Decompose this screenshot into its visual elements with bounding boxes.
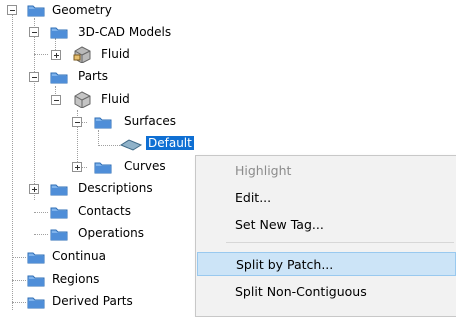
menu-item-highlight[interactable]: Highlight <box>197 159 456 183</box>
folder-icon <box>27 252 45 264</box>
tree-node-curves[interactable]: Curves <box>124 159 166 173</box>
expand-toggle[interactable] <box>51 50 61 60</box>
tree-node-parts[interactable]: Parts <box>78 69 108 83</box>
tree-line <box>34 212 48 213</box>
folder-icon <box>50 184 68 196</box>
collapse-toggle[interactable] <box>51 95 61 105</box>
folder-icon <box>50 229 68 241</box>
tree-node-regions[interactable]: Regions <box>52 272 99 286</box>
folder-icon <box>94 117 112 129</box>
tree-line <box>34 234 48 235</box>
folder-icon <box>50 27 68 39</box>
collapse-toggle[interactable] <box>7 5 17 15</box>
folder-icon <box>50 207 68 219</box>
tree-node-geometry[interactable]: Geometry <box>52 3 112 17</box>
tree-node-default[interactable]: Default <box>146 136 194 150</box>
folder-icon <box>27 275 45 287</box>
tree-node-fluid-cad[interactable]: Fluid <box>101 47 130 61</box>
tree-line <box>34 18 35 200</box>
tree-line <box>12 280 26 281</box>
menu-item-split-by-patch[interactable]: Split by Patch... <box>197 252 456 276</box>
folder-icon <box>27 5 45 17</box>
tree-line <box>98 130 99 146</box>
collapse-toggle[interactable] <box>29 27 39 37</box>
cad-body-icon <box>73 46 91 63</box>
tree-node-derived-parts[interactable]: Derived Parts <box>52 294 133 308</box>
tree-node-surfaces[interactable]: Surfaces <box>124 114 176 128</box>
tree-node-contacts[interactable]: Contacts <box>78 204 131 218</box>
collapse-toggle[interactable] <box>72 117 82 127</box>
expand-toggle[interactable] <box>72 162 82 172</box>
menu-item-edit[interactable]: Edit... <box>197 186 456 210</box>
folder-icon <box>50 72 68 84</box>
tree-line <box>34 54 48 55</box>
collapse-toggle[interactable] <box>29 72 39 82</box>
tree-line <box>12 257 26 258</box>
folder-icon <box>94 162 112 174</box>
menu-item-set-new-tag[interactable]: Set New Tag... <box>197 213 456 237</box>
tree-node-operations[interactable]: Operations <box>78 226 144 240</box>
tree-line <box>12 14 13 310</box>
expand-toggle[interactable] <box>29 184 39 194</box>
context-menu: Highlight Edit... Set New Tag... Split b… <box>195 155 456 317</box>
surface-icon <box>119 139 143 151</box>
tree-node-3d-cad-models[interactable]: 3D-CAD Models <box>78 25 171 39</box>
tree-node-descriptions[interactable]: Descriptions <box>78 181 153 195</box>
tree-node-fluid-part[interactable]: Fluid <box>101 92 130 106</box>
tree-line <box>12 302 26 303</box>
part-body-icon <box>74 91 91 108</box>
menu-separator <box>226 242 454 243</box>
folder-icon <box>27 297 45 309</box>
tree-line <box>98 145 120 146</box>
tree-node-continua[interactable]: Continua <box>52 249 106 263</box>
menu-item-split-non-contiguous[interactable]: Split Non-Contiguous <box>197 280 456 304</box>
